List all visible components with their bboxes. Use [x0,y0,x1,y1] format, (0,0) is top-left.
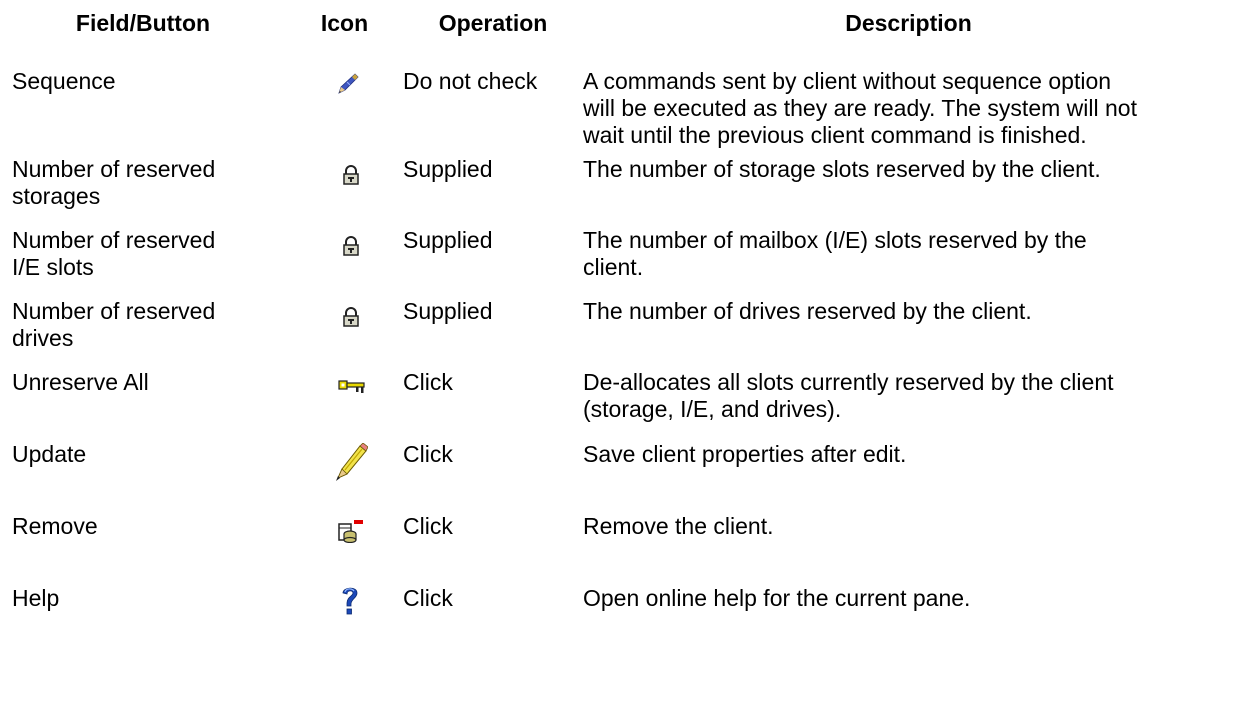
table-row: Unreserve All Click De-allocates all slo… [0,369,1234,441]
description-text: The number of drives reserved by the cli… [583,298,1032,324]
description-text: A commands sent by client without sequen… [583,68,1137,148]
field-label: Unreserve All [12,369,149,395]
operation-label: Do not check [403,68,538,94]
description-text: Open online help for the current pane. [583,585,971,611]
field-label: Sequence [12,68,116,94]
description-text: The number of mailbox (I/E) slots reserv… [583,227,1087,280]
operation-label: Click [403,513,453,539]
operation-label: Supplied [403,227,493,253]
header-field: Field/Button [75,10,211,36]
description-text: Save client properties after edit. [583,441,907,467]
field-label: Number of reserved storages [12,156,216,209]
header-operation: Operation [438,10,548,36]
question-mark-icon [342,587,358,615]
operation-label: Click [403,585,453,611]
table-row: Number of reserved I/E slots Supplied Th… [0,227,1234,298]
table-row: Remove Click Remove the client. [0,513,1234,585]
pencil-icon [336,443,368,481]
field-label: Number of reserved I/E slots [12,227,216,280]
field-label: Update [12,441,87,467]
description-text: De-allocates all slots currently reserve… [583,369,1114,422]
operation-label: Supplied [403,298,493,324]
wand-pencil-icon [338,73,359,94]
operation-label: Click [403,369,453,395]
table-row: Update Click Save client properties afte… [0,441,1234,513]
table-row: Sequence Do not check A commands sent by… [0,50,1234,156]
key-icon [338,380,365,393]
lock-icon [343,236,359,256]
remove-client-icon [338,520,363,543]
table-row: Number of reserved drives Supplied The n… [0,298,1234,369]
table-row: Help Click Open online help for the curr… [0,585,1234,645]
field-label: Help [12,585,60,611]
field-label: Remove [12,513,98,539]
description-text: The number of storage slots reserved by … [583,156,1101,182]
table-row: Number of reserved storages Supplied The… [0,156,1234,227]
field-label: Number of reserved drives [12,298,216,351]
header-description: Description [845,10,972,36]
table-header-row: Field/Button Icon Operation Description [0,0,1234,50]
description-text: Remove the client. [583,513,774,539]
header-icon: Icon [320,10,369,36]
operation-label: Click [403,441,453,467]
lock-icon [343,307,359,327]
field-description-table: Field/Button Icon Operation Description … [0,0,1234,645]
lock-icon [343,165,359,185]
operation-label: Supplied [403,156,493,182]
